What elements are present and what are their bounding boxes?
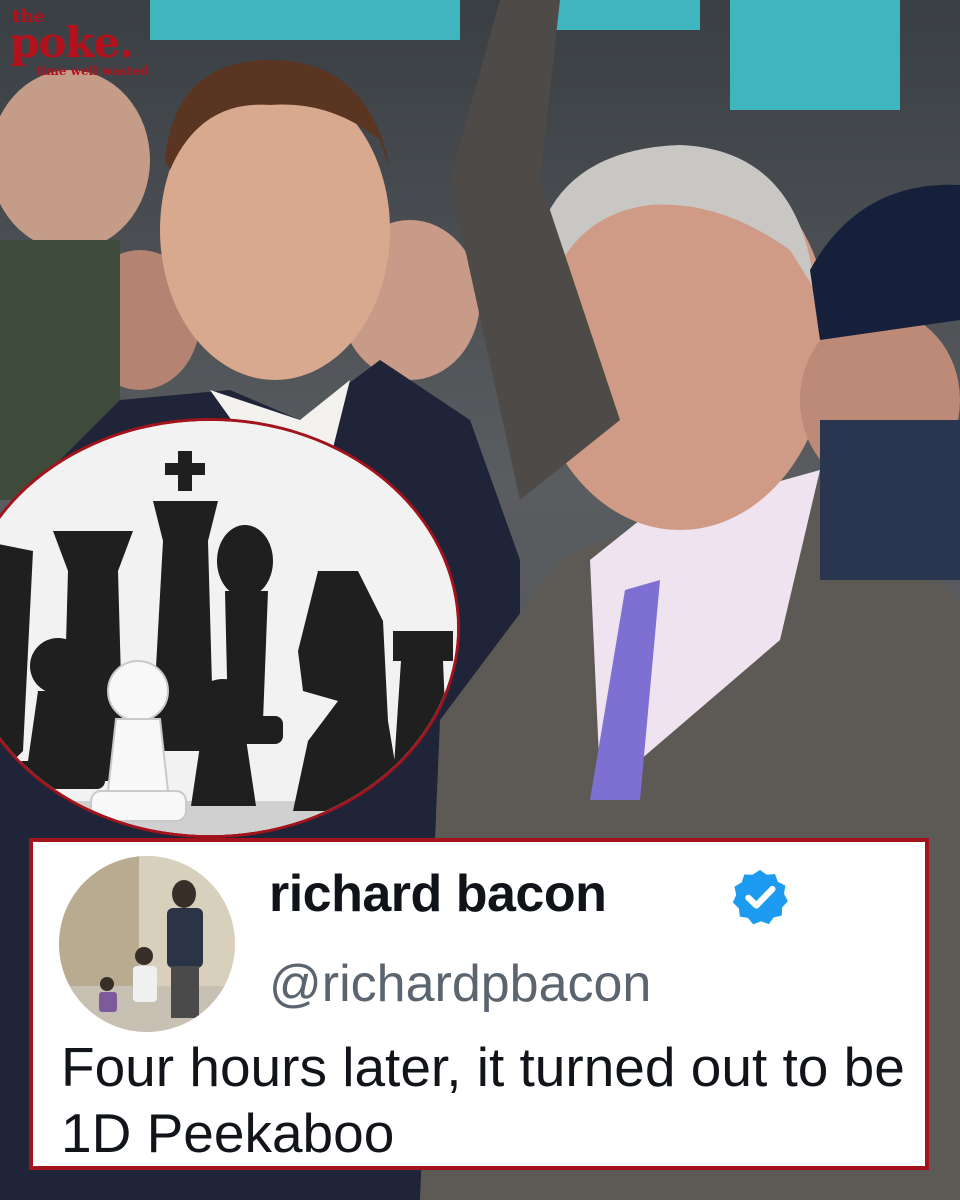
tweet-text: Four hours later, it turned out to be 1D… <box>61 1036 905 1164</box>
display-name[interactable]: richard bacon <box>269 864 607 924</box>
brand-logo: the poke. time well wasted <box>10 6 155 78</box>
avatar[interactable] <box>59 856 235 1032</box>
brand-tagline: time well wasted <box>36 64 149 78</box>
verified-badge-icon <box>732 869 788 925</box>
tweet-card: richard bacon @richardpbacon Four hours … <box>29 838 929 1170</box>
chess-pieces-inset <box>0 418 460 838</box>
brand-name-large: poke. <box>10 18 134 67</box>
user-handle[interactable]: @richardpbacon <box>269 954 651 1014</box>
